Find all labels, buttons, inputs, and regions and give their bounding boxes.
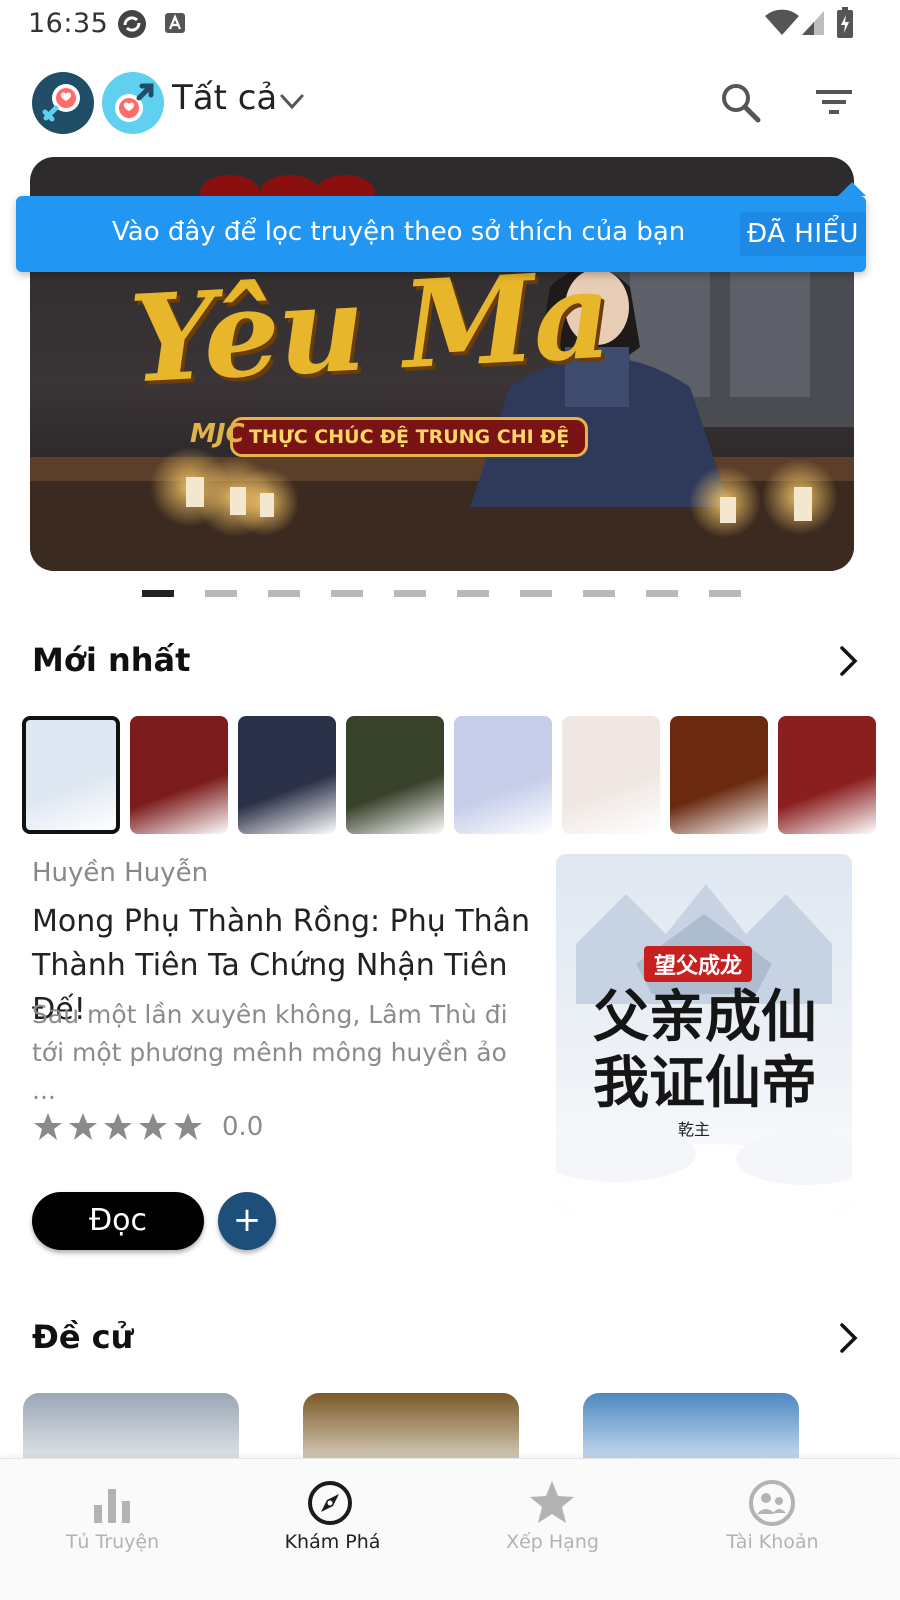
nav-explore[interactable]: Khám Phá <box>220 1459 445 1600</box>
star-icon <box>530 1481 574 1523</box>
pager-dot[interactable] <box>583 590 615 597</box>
nav-account[interactable]: Tài Khoản <box>660 1459 885 1600</box>
tooltip-arrow <box>838 182 866 196</box>
nav-ranking-label: Xếp Hạng <box>506 1531 599 1553</box>
nav-library-label: Tủ Truyện <box>65 1531 160 1553</box>
cover-thumbnail[interactable] <box>670 716 768 834</box>
pager-dot[interactable] <box>646 590 678 597</box>
featured-cover[interactable]: 望父成龙 父亲成仙我证仙帝 乾主 <box>556 854 852 1216</box>
nav-library[interactable]: Tủ Truyện <box>0 1459 225 1600</box>
featured-cover-title: 父亲成仙我证仙帝 <box>593 984 817 1116</box>
add-to-library-button[interactable]: + <box>218 1192 276 1250</box>
newest-cover-list <box>22 716 900 836</box>
nav-explore-label: Khám Phá <box>284 1531 381 1553</box>
nav-account-label: Tài Khoản <box>726 1531 819 1553</box>
recommend-see-all-icon[interactable] <box>836 1321 862 1355</box>
rating-value: 0.0 <box>222 1112 264 1142</box>
male-filter-button[interactable] <box>102 72 164 134</box>
status-bar: 16:35 <box>0 0 900 48</box>
star-icon <box>69 1113 97 1140</box>
female-gender-icon <box>42 84 80 122</box>
status-time: 16:35 <box>28 8 109 39</box>
filter-hint-tooltip: Vào đây để lọc truyện theo sở thích của … <box>16 182 866 272</box>
recommend-card[interactable] <box>303 1393 519 1463</box>
banner-pager <box>142 590 742 600</box>
featured-cover-author: 乾主 <box>678 1120 711 1139</box>
font-app-icon <box>165 13 185 33</box>
cover-thumbnail[interactable] <box>454 716 552 834</box>
pager-dot[interactable] <box>142 590 174 597</box>
search-icon[interactable] <box>718 80 762 124</box>
pager-dot[interactable] <box>520 590 552 597</box>
tooltip-message: Vào đây để lọc truyện theo sở thích của … <box>112 217 686 247</box>
cover-thumbnail[interactable] <box>562 716 660 834</box>
sync-app-icon <box>118 10 146 38</box>
cover-thumbnail[interactable] <box>238 716 336 834</box>
pager-dot[interactable] <box>709 590 741 597</box>
male-gender-icon <box>115 83 154 122</box>
rating-stars <box>34 1113 202 1140</box>
cover-thumbnail[interactable] <box>22 716 120 834</box>
banner-subtitle: THỰC CHÚC ĐỆ TRUNG CHI ĐỆ <box>230 417 589 457</box>
app-header: Tất cả <box>0 62 900 142</box>
newest-section-title: Mới nhất <box>32 641 191 679</box>
star-icon <box>104 1113 132 1140</box>
recommend-card[interactable] <box>583 1393 799 1463</box>
pager-dot[interactable] <box>331 590 363 597</box>
category-filter-label[interactable]: Tất cả <box>172 78 277 118</box>
signal-icon <box>802 11 824 35</box>
banner-logo: MJC <box>190 419 245 449</box>
nav-ranking[interactable]: Xếp Hạng <box>440 1459 665 1600</box>
cover-thumbnail[interactable] <box>778 716 876 834</box>
pager-dot[interactable] <box>205 590 237 597</box>
featured-cover-label: 望父成龙 <box>644 946 753 982</box>
featured-summary: Sau một lần xuyên không, Lâm Thù đi tới … <box>32 1000 508 1105</box>
star-icon <box>174 1113 202 1140</box>
chevron-down-icon[interactable] <box>278 90 306 114</box>
battery-icon <box>837 7 853 38</box>
newest-see-all-icon[interactable] <box>836 644 862 678</box>
recommend-card[interactable] <box>23 1393 239 1463</box>
recommend-section-title: Đề cử <box>32 1318 134 1356</box>
bar-chart-icon <box>94 1489 130 1523</box>
got-it-button[interactable]: ĐÃ HIỂU <box>740 212 866 256</box>
read-button[interactable]: Đọc <box>32 1192 204 1250</box>
account-icon <box>749 1480 795 1526</box>
compass-icon <box>308 1481 352 1525</box>
pager-dot[interactable] <box>268 590 300 597</box>
cover-thumbnail[interactable] <box>346 716 444 834</box>
pager-dot[interactable] <box>394 590 426 597</box>
bottom-navigation: Tủ Truyện Khám Phá Xếp Hạng Tài Khoản <box>0 1458 900 1600</box>
female-filter-button[interactable] <box>32 72 94 134</box>
featured-genre: Huyền Huyễn <box>32 858 209 888</box>
filter-icon[interactable] <box>812 84 856 120</box>
star-icon <box>139 1113 167 1140</box>
star-icon <box>34 1113 62 1140</box>
pager-dot[interactable] <box>457 590 489 597</box>
cover-thumbnail[interactable] <box>130 716 228 834</box>
wifi-icon <box>765 9 799 35</box>
